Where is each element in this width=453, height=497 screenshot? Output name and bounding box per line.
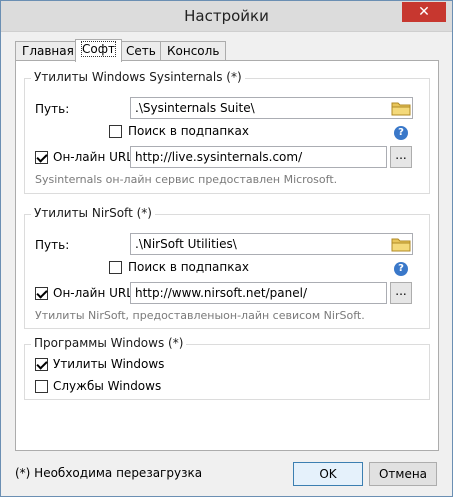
nirsoft-online-checkbox[interactable] [35,287,48,300]
restart-note: (*) Необходима перезагрузка [15,466,203,480]
cancel-button[interactable]: Отмена [369,462,437,486]
help-icon[interactable]: ? [394,126,408,140]
windows-programs-group: Программы Windows (*) Утилиты Windows Сл… [24,336,430,400]
ok-button[interactable]: OK [293,462,363,486]
tab-software-label: Софт [81,41,116,57]
tab-software[interactable]: Софт [75,39,122,62]
nirsoft-browse-button[interactable]: ... [390,282,412,304]
tab-network-label: Сеть [126,44,156,58]
help-icon[interactable]: ? [394,262,408,276]
sysinternals-online-label[interactable]: Он-лайн URL: [53,150,137,164]
folder-icon[interactable] [391,236,411,252]
windows-services-checkbox[interactable] [35,380,48,393]
nirsoft-path-label: Путь: [35,238,70,252]
nirsoft-subfolders-label[interactable]: Поиск в подпапках [128,260,249,274]
folder-icon[interactable] [391,100,411,116]
tab-panel-software: Утилиты Windows Sysinternals (*) Путь: .… [15,60,439,451]
sysinternals-path-label: Путь: [35,102,70,116]
tab-main[interactable]: Главная [15,41,81,61]
sysinternals-subfolders-checkbox[interactable] [109,125,122,138]
tab-network[interactable]: Сеть [119,41,163,61]
nirsoft-url-input[interactable]: http://www.nirsoft.net/panel/ [130,282,387,304]
nirsoft-online-label[interactable]: Он-лайн URL: [53,286,137,300]
sysinternals-note: Sysinternals он-лайн сервис предоставлен… [35,173,338,186]
nirsoft-path-input[interactable]: .\NirSoft Utilities\ [130,233,413,255]
nirsoft-note: Утилиты NirSoft, предоставленыон-лайн се… [35,309,365,322]
tab-console-label: Консоль [167,44,220,58]
window-title: Настройки [184,7,269,25]
windows-programs-group-title: Программы Windows (*) [31,336,187,350]
windows-utilities-checkbox[interactable] [35,358,48,371]
settings-window: Настройки ✕ Главная Софт Сеть Консоль Ут… [0,0,453,497]
close-button[interactable]: ✕ [402,2,446,22]
sysinternals-path-input[interactable]: .\Sysinternals Suite\ [130,97,413,119]
sysinternals-group-title: Утилиты Windows Sysinternals (*) [31,70,245,84]
sysinternals-online-checkbox[interactable] [35,151,48,164]
windows-utilities-label[interactable]: Утилиты Windows [53,357,164,371]
sysinternals-browse-button[interactable]: ... [390,146,412,168]
title-bar: Настройки ✕ [1,1,452,32]
tab-main-label: Главная [22,44,74,58]
nirsoft-group: Утилиты NirSoft (*) Путь: .\NirSoft Util… [24,206,430,329]
sysinternals-group: Утилиты Windows Sysinternals (*) Путь: .… [24,70,430,194]
nirsoft-group-title: Утилиты NirSoft (*) [31,206,155,220]
windows-services-label[interactable]: Службы Windows [53,379,161,393]
sysinternals-url-input[interactable]: http://live.sysinternals.com/ [130,146,387,168]
sysinternals-subfolders-label[interactable]: Поиск в подпапках [128,124,249,138]
nirsoft-subfolders-checkbox[interactable] [109,261,122,274]
tab-console[interactable]: Консоль [160,41,227,61]
